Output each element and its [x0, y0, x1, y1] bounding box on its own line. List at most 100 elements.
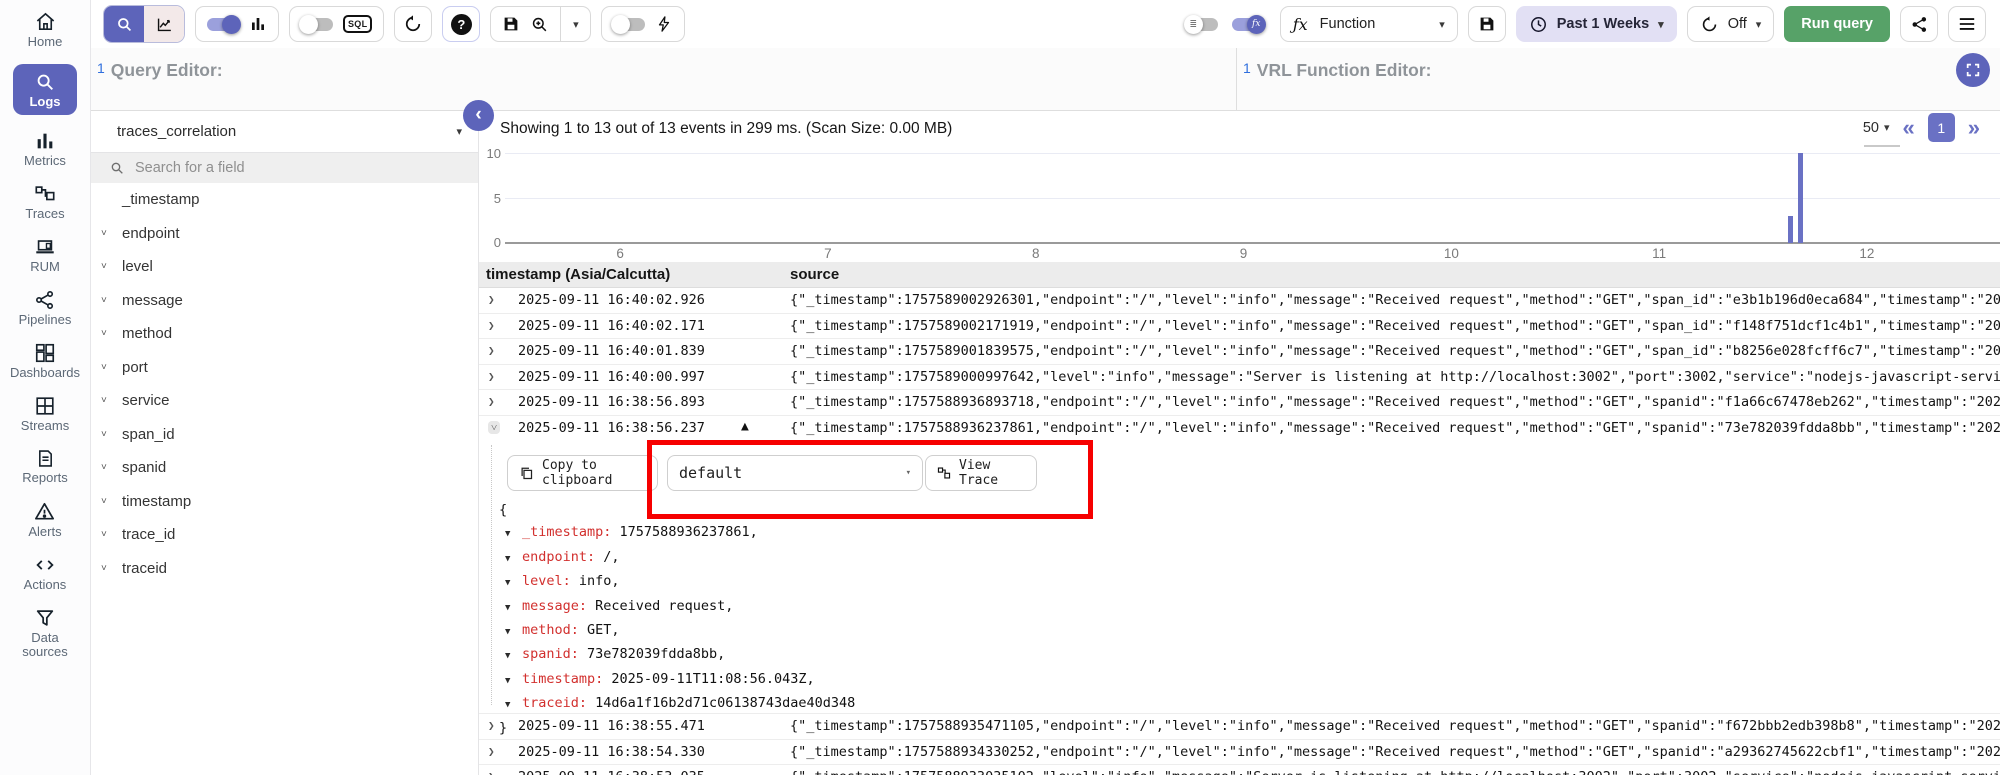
- log-table: timestamp (Asia/Calcutta) source ❯ 2025-…: [479, 262, 2000, 775]
- auto-refresh-dropdown[interactable]: Off ▾: [1686, 6, 1775, 42]
- field-item[interactable]: ˅ timestamp: [91, 485, 478, 519]
- sidebar-item-pipelines[interactable]: Pipelines: [19, 289, 71, 327]
- json-field[interactable]: ▼ _timestamp: 1757588936237861,: [499, 521, 855, 545]
- field-item[interactable]: ˅ port: [91, 351, 478, 385]
- sidebar-item-home[interactable]: Home: [28, 10, 62, 49]
- next-page-button[interactable]: »: [1968, 116, 1980, 138]
- table-row[interactable]: ❯ 2025-09-11 16:40:01.839 {"_timestamp":…: [479, 339, 2000, 365]
- x-tick-label: 12: [1859, 246, 1875, 261]
- histogram-chart[interactable]: 10 5 0 6 7 8 9 10 11 12: [479, 146, 2000, 262]
- histogram-bar[interactable]: [1788, 216, 1793, 243]
- json-field[interactable]: ▼ endpoint: /,: [499, 546, 855, 570]
- collapse-fields-button[interactable]: ‹: [463, 100, 494, 131]
- current-page-button[interactable]: 1: [1927, 113, 1955, 142]
- field-item[interactable]: ˅ span_id: [91, 418, 478, 452]
- table-row[interactable]: ❯ 2025-09-11 16:38:54.330 {"_timestamp":…: [479, 740, 2000, 765]
- table-row-expanded[interactable]: ˅ 2025-09-11 16:38:56.237 ▲ {"_timestamp…: [479, 416, 2000, 442]
- table-row[interactable]: ❯ 2025-09-11 16:40:00.997 {"_timestamp":…: [479, 365, 2000, 390]
- table-row[interactable]: ❯ 2025-09-11 16:38:53.035 {"_timestamp":…: [479, 765, 2000, 775]
- time-range-dropdown[interactable]: Past 1 Weeks ▾: [1515, 6, 1677, 42]
- json-key: message:: [522, 597, 588, 614]
- json-field[interactable]: ▼ message: Received request,: [499, 595, 855, 619]
- search-view-button[interactable]: [104, 6, 144, 42]
- sidebar-item-reports[interactable]: Reports: [22, 448, 68, 485]
- hamburger-icon: [1958, 16, 1976, 32]
- field-item[interactable]: ˅ spanid: [91, 451, 478, 485]
- sql-mode-toggle[interactable]: [299, 14, 333, 34]
- field-item[interactable]: ˅ traceid: [91, 552, 478, 586]
- chevron-down-icon: ˅: [101, 395, 107, 407]
- row-timestamp: 2025-09-11 16:38:56.237: [518, 419, 705, 436]
- share-button[interactable]: [1900, 6, 1938, 42]
- field-item[interactable]: ˅ trace_id: [91, 518, 478, 552]
- refresh-button[interactable]: [394, 6, 433, 42]
- page-size-select[interactable]: 50 ▾: [1863, 120, 1890, 136]
- table-row[interactable]: ❯ 2025-09-11 16:38:55.471 {"_timestamp":…: [479, 714, 2000, 740]
- chart-view-button[interactable]: [144, 6, 184, 42]
- arrow-up-icon: ▲: [741, 418, 749, 434]
- json-field[interactable]: ▼ level: info,: [499, 570, 855, 594]
- chevron-down-icon[interactable]: ˅: [488, 420, 501, 434]
- sidebar-item-label: RUM: [30, 259, 60, 274]
- realtime-toggle[interactable]: [611, 14, 646, 34]
- run-query-button[interactable]: Run query: [1784, 6, 1890, 42]
- row-source: {"_timestamp":1757588933035102,"level":"…: [790, 769, 2000, 775]
- sidebar-item-alerts[interactable]: Alerts: [28, 500, 62, 539]
- histogram-bar[interactable]: [1798, 153, 1803, 243]
- menu-button[interactable]: [1948, 6, 1986, 42]
- table-row[interactable]: ❯ 2025-09-11 16:38:56.893 {"_timestamp":…: [479, 390, 2000, 416]
- field-list: _timestamp ˅ endpoint ˅ level ˅ message ˅ me…: [91, 183, 478, 585]
- field-search-input[interactable]: [133, 159, 437, 177]
- sidebar-item-metrics[interactable]: Metrics: [24, 130, 66, 168]
- vrl-function-editor[interactable]: 1 VRL Function Editor:: [1237, 48, 2000, 110]
- chevron-right-icon: ❯: [488, 719, 495, 732]
- query-editor[interactable]: 1 Query Editor:: [91, 48, 1237, 110]
- sidebar-item-streams[interactable]: Streams: [21, 395, 69, 433]
- sidebar-item-actions[interactable]: Actions: [24, 554, 66, 592]
- json-field[interactable]: ▼ timestamp: 2025-09-11T11:08:56.043Z,: [499, 668, 855, 692]
- table-row[interactable]: ❯ 2025-09-11 16:40:02.171 {"_timestamp":…: [479, 314, 2000, 339]
- help-button[interactable]: ?: [442, 6, 481, 42]
- save-function-button[interactable]: [1467, 6, 1506, 42]
- toggle-thumb: ≣: [1183, 14, 1203, 34]
- json-field[interactable]: ▼ method: GET,: [499, 619, 855, 643]
- gridline: [505, 198, 2000, 199]
- field-item[interactable]: ˅ service: [91, 384, 478, 418]
- field-item[interactable]: ˅ endpoint: [91, 217, 478, 251]
- json-field[interactable]: ▼ spanid: 73e782039fdda8bb,: [499, 643, 855, 667]
- chevron-down-icon: ▾: [1755, 18, 1762, 31]
- sidebar-item-traces[interactable]: Traces: [25, 183, 65, 221]
- expand-editor-button[interactable]: [1956, 53, 1990, 87]
- function-dropdown[interactable]: ƒx Function ▾: [1279, 6, 1458, 42]
- y-tick-label: 10: [486, 146, 501, 161]
- quick-mode-toggle[interactable]: ≣: [1183, 14, 1218, 34]
- previous-page-button[interactable]: «: [1903, 116, 1915, 138]
- table-row[interactable]: ❯ 2025-09-11 16:40:02.926 {"_timestamp":…: [479, 288, 2000, 314]
- field-item[interactable]: ˅ method: [91, 317, 478, 351]
- saved-search-group: [490, 6, 562, 42]
- function-editor-toggle[interactable]: fx: [1231, 14, 1266, 34]
- sidebar-item-data-sources[interactable]: Data sources: [10, 607, 80, 659]
- field-item[interactable]: ˅ message: [91, 284, 478, 318]
- sidebar-item-dashboards[interactable]: Dashboards: [10, 342, 80, 380]
- line-chart-icon: [155, 15, 174, 34]
- left-nav-rail: Home Logs Metrics Traces RUM Pipelines D…: [0, 0, 91, 775]
- row-source: {"_timestamp":1757589002926301,"endpoint…: [790, 292, 2000, 308]
- x-tick-label: 11: [1652, 246, 1667, 261]
- saved-search-dropdown-button[interactable]: ▾: [561, 6, 592, 42]
- row-source: {"_timestamp":1757588934330252,"endpoint…: [790, 743, 2000, 760]
- field-name: message: [122, 291, 183, 309]
- field-item[interactable]: ˅ level: [91, 250, 478, 284]
- sidebar-item-label: Reports: [22, 470, 68, 485]
- copy-to-clipboard-button[interactable]: Copy to clipboard: [507, 455, 658, 491]
- field-item[interactable]: _timestamp: [91, 183, 478, 217]
- chevron-down-icon: ˅: [101, 562, 107, 574]
- sidebar-item-logs[interactable]: Logs: [13, 64, 77, 115]
- sidebar-item-rum[interactable]: RUM: [30, 236, 60, 274]
- histogram-toggle[interactable]: [207, 14, 241, 34]
- json-field[interactable]: ▼ traceid: 14d6a1f16b2d71c06138743dae40d3…: [499, 692, 855, 716]
- row-timestamp: 2025-09-11 16:38:53.035: [518, 769, 705, 775]
- column-header-timestamp: timestamp (Asia/Calcutta): [486, 266, 671, 283]
- stream-selector[interactable]: traces_correlation ▾: [91, 111, 478, 153]
- row-timestamp: 2025-09-11 16:38:54.330: [518, 743, 705, 760]
